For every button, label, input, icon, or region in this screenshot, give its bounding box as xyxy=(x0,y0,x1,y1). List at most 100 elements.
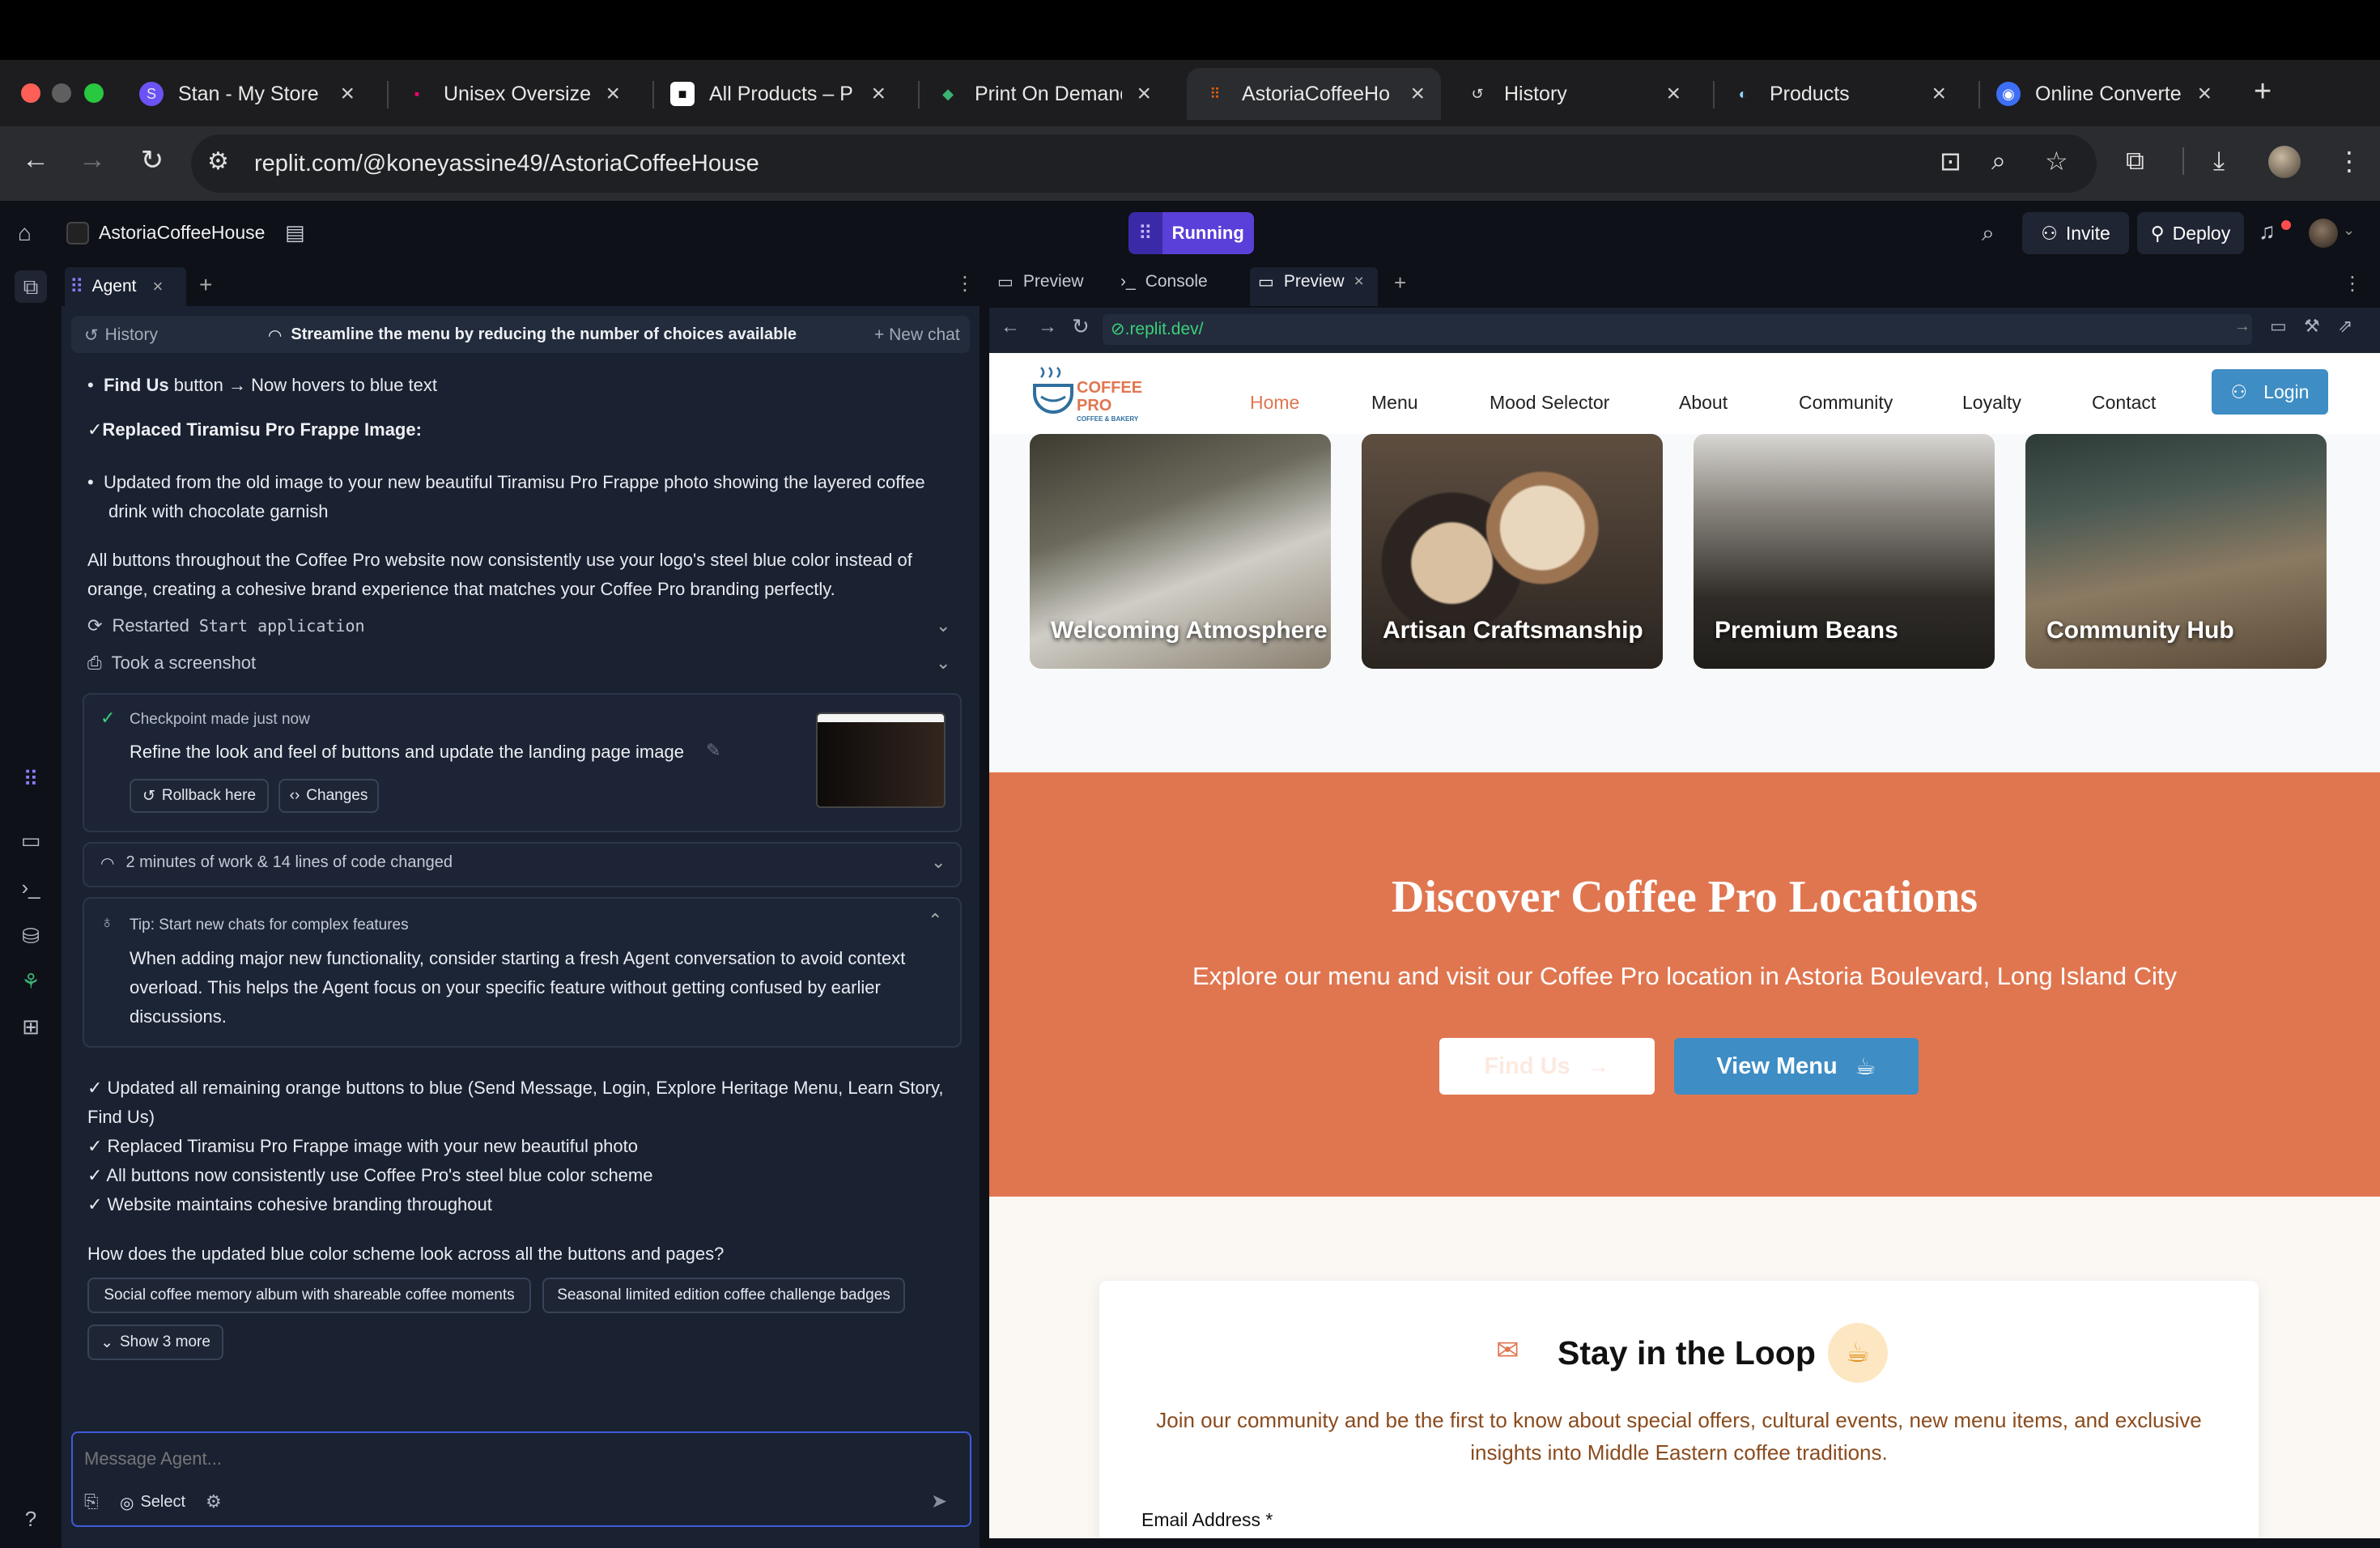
help-icon[interactable]: ? xyxy=(15,1503,47,1535)
select-element-button[interactable]: ◎ Select xyxy=(120,1493,185,1513)
add-pane-tab-icon[interactable]: + xyxy=(199,272,212,298)
home-icon[interactable]: ⌂ xyxy=(18,220,32,246)
devtools-icon[interactable]: ⚒ xyxy=(2304,316,2320,337)
browser-tab-products[interactable]: ◐ Products × xyxy=(1715,68,1962,120)
photo-welcoming-atmosphere[interactable]: Welcoming Atmosphere xyxy=(1030,434,1331,669)
close-window-button[interactable] xyxy=(21,83,40,103)
notifications-bell-icon[interactable]: ♫ xyxy=(2259,219,2276,245)
photo-artisan-craftsmanship[interactable]: Artisan Craftsmanship xyxy=(1362,434,1663,669)
chevron-down-icon[interactable]: ⌄ xyxy=(2343,222,2355,239)
screenshot-action[interactable]: ⎙ Took a screenshot xyxy=(87,653,256,674)
browser-tab-unisex[interactable]: ▪ Unisex Oversize × xyxy=(389,68,636,120)
minimize-window-button[interactable] xyxy=(52,83,71,103)
search-icon[interactable]: ⌕ xyxy=(1982,220,1995,247)
address-bar[interactable]: replit.com/@koneyassine49/AstoriaCoffeeH… xyxy=(191,134,2097,193)
install-app-icon[interactable]: ⊡ xyxy=(1940,146,1961,176)
site-info-icon[interactable]: ⚙ xyxy=(207,147,229,176)
agent-rail-icon[interactable]: ⠿ xyxy=(15,763,47,795)
reload-icon[interactable]: ↻ xyxy=(133,144,172,176)
close-tab-icon[interactable]: × xyxy=(2197,80,2212,108)
nav-home[interactable]: Home xyxy=(1250,392,1299,414)
pane-menu-icon[interactable]: ⋮ xyxy=(2343,272,2362,296)
pane-resizer[interactable] xyxy=(980,266,989,1548)
chevron-down-icon[interactable]: ⌄ xyxy=(931,852,946,873)
close-tab-icon[interactable]: × xyxy=(152,276,163,297)
tab-search-icon[interactable]: ⧉ xyxy=(2126,146,2144,176)
invite-button[interactable]: ⚇ Invite xyxy=(2022,212,2129,254)
deploy-rail-icon[interactable]: ⚘ xyxy=(15,965,47,997)
run-status-button[interactable]: ⠿ Running xyxy=(1128,212,1254,254)
close-tab-icon[interactable]: × xyxy=(1137,80,1151,108)
chat-title[interactable]: ◠ Streamline the menu by reducing the num… xyxy=(269,325,797,346)
message-input[interactable] xyxy=(84,1443,894,1475)
history-button[interactable]: ↺ History xyxy=(84,325,158,346)
close-tab-icon[interactable]: × xyxy=(1354,272,1364,292)
tab-console[interactable]: ›_ Console xyxy=(1120,272,1208,291)
send-icon[interactable]: ➤ xyxy=(931,1490,947,1513)
shell-rail-icon[interactable]: ›_ xyxy=(15,871,47,904)
nav-contact[interactable]: Contact xyxy=(2092,392,2156,414)
close-tab-icon[interactable]: × xyxy=(606,80,620,108)
all-tools-icon[interactable]: ⊞ xyxy=(15,1010,47,1043)
add-pane-tab-icon[interactable]: + xyxy=(1394,270,1406,296)
bookmark-star-icon[interactable]: ☆ xyxy=(2045,146,2068,176)
profile-avatar[interactable] xyxy=(2268,146,2301,178)
suggestion-chip[interactable]: Social coffee memory album with shareabl… xyxy=(87,1278,531,1313)
show-more-button[interactable]: ⌄ Show 3 more xyxy=(87,1325,223,1360)
browser-tab-history[interactable]: ↺ History × xyxy=(1449,68,1697,120)
nav-community[interactable]: Community xyxy=(1799,392,1893,414)
view-menu-button[interactable]: View Menu ☕ xyxy=(1674,1038,1919,1095)
close-tab-icon[interactable]: × xyxy=(871,80,886,108)
tab-agent[interactable]: ⠿ Agent × xyxy=(65,267,186,306)
back-icon[interactable]: ← xyxy=(1001,316,1020,338)
browser-tab-all-products[interactable]: ■ All Products – P × xyxy=(654,68,902,120)
close-tab-icon[interactable]: × xyxy=(1666,80,1681,108)
user-avatar[interactable] xyxy=(2309,219,2338,248)
forward-icon[interactable]: → xyxy=(73,144,112,176)
tab-preview-1[interactable]: ▭ Preview xyxy=(997,272,1084,292)
attach-icon[interactable]: ⎘ xyxy=(84,1491,99,1512)
settings-sliders-icon[interactable]: ⚙ xyxy=(206,1491,222,1512)
login-button[interactable]: ⚇ Login xyxy=(2212,369,2328,415)
nav-about[interactable]: About xyxy=(1679,392,1728,414)
find-us-button[interactable]: Find Us → xyxy=(1439,1038,1655,1095)
database-rail-icon[interactable]: ⛁ xyxy=(15,920,47,952)
forward-icon[interactable]: → xyxy=(1038,316,1057,338)
rollback-button[interactable]: ↺ Rollback here xyxy=(130,779,269,813)
preview-url-bar[interactable]: ⊘.replit.dev/ xyxy=(1103,314,2252,345)
restarted-action[interactable]: ⟳ Restarted Start application xyxy=(87,615,365,636)
browser-tab-online-converter[interactable]: ◉ Online Converte × xyxy=(1980,68,2228,120)
reload-icon[interactable]: ↻ xyxy=(1072,314,1090,339)
browser-tab-stan[interactable]: S Stan - My Store × xyxy=(123,68,371,120)
site-logo-text[interactable]: COFFEE PRO COFFEE & BAKERY xyxy=(1077,379,1142,424)
edit-pencil-icon[interactable]: ✎ xyxy=(706,740,720,761)
close-tab-icon[interactable]: × xyxy=(340,80,355,108)
new-tab-button[interactable]: + xyxy=(2254,74,2272,109)
chevron-down-icon[interactable]: ⌄ xyxy=(936,615,950,636)
files-toggle-icon[interactable]: ⧉ xyxy=(15,270,47,303)
zoom-icon[interactable]: ⌕ xyxy=(1991,146,2006,176)
chevron-up-icon[interactable]: ⌃ xyxy=(928,910,942,931)
device-view-icon[interactable]: ▭ xyxy=(2270,316,2287,337)
maximize-window-button[interactable] xyxy=(84,83,104,103)
nav-loyalty[interactable]: Loyalty xyxy=(1962,392,2021,414)
close-tab-icon[interactable]: × xyxy=(1410,80,1425,108)
deploy-button[interactable]: ⚲ Deploy xyxy=(2137,212,2244,254)
photo-community-hub[interactable]: Community Hub xyxy=(2025,434,2327,669)
back-icon[interactable]: ← xyxy=(16,144,55,176)
checkpoint-thumbnail[interactable] xyxy=(816,712,946,808)
suggestion-chip[interactable]: Seasonal limited edition coffee challeng… xyxy=(542,1278,905,1313)
browser-menu-icon[interactable]: ⋮ xyxy=(2336,146,2362,176)
changes-button[interactable]: ‹› Changes xyxy=(278,779,379,813)
browser-tab-astoria[interactable]: ⠿ AstoriaCoffeeHo × xyxy=(1187,68,1441,120)
open-new-window-icon[interactable]: ⇗ xyxy=(2338,316,2352,337)
new-chat-button[interactable]: + New chat xyxy=(874,325,960,345)
nav-menu[interactable]: Menu xyxy=(1371,392,1418,414)
browser-tab-print-on-demand[interactable]: ◆ Print On Demand × xyxy=(920,68,1167,120)
project-name[interactable]: AstoriaCoffeeHouse xyxy=(99,222,265,244)
close-tab-icon[interactable]: × xyxy=(1932,80,1946,108)
photo-premium-beans[interactable]: Premium Beans xyxy=(1694,434,1995,669)
downloads-icon[interactable]: ⤓ xyxy=(2213,146,2225,176)
preview-rail-icon[interactable]: ▭ xyxy=(15,824,47,857)
nav-mood-selector[interactable]: Mood Selector xyxy=(1490,392,1609,414)
